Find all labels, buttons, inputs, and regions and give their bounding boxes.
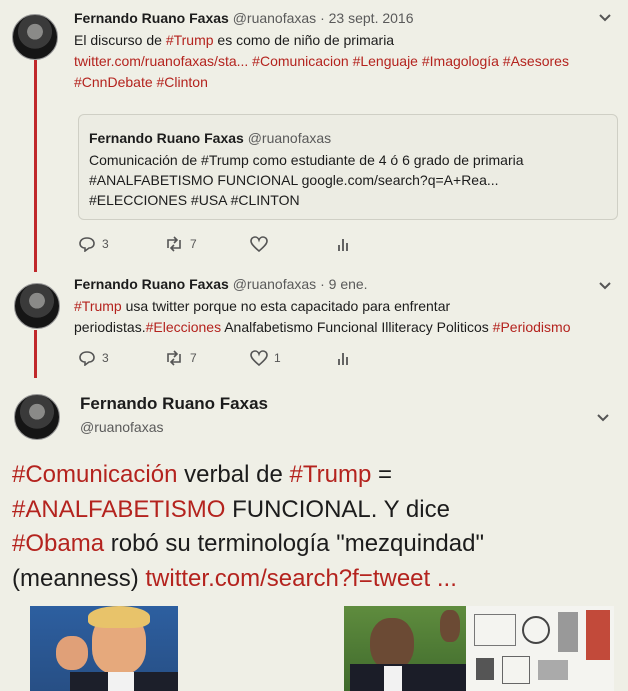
analytics-button[interactable] bbox=[336, 236, 350, 252]
quoted-author-handle: @ruanofaxas bbox=[247, 130, 332, 146]
author-name[interactable]: Fernando Ruano Faxas bbox=[80, 394, 268, 414]
reply-icon bbox=[79, 237, 95, 252]
reply-count: 3 bbox=[102, 351, 109, 365]
analytics-icon bbox=[338, 239, 348, 251]
analytics-icon bbox=[338, 353, 348, 365]
retweet-button[interactable]: 7 bbox=[164, 350, 197, 366]
text-segment: El discurso de bbox=[74, 32, 166, 48]
like-button[interactable]: 1 bbox=[250, 350, 281, 366]
chevron-down-icon[interactable] bbox=[598, 10, 612, 26]
reply-button[interactable]: 3 bbox=[78, 236, 109, 252]
hashtag-link[interactable]: #ANALFABETISMO bbox=[12, 496, 225, 523]
avatar[interactable] bbox=[14, 283, 60, 329]
media-image-1[interactable] bbox=[30, 606, 178, 691]
text-segment: (meanness) bbox=[12, 564, 146, 592]
text-segment: = bbox=[371, 461, 392, 488]
retweet-icon bbox=[167, 350, 181, 366]
like-button[interactable] bbox=[250, 236, 268, 252]
tweet-text: #Trump usa twitter porque no esta capaci… bbox=[74, 296, 571, 338]
hashtag-link[interactable]: #Trump bbox=[290, 461, 372, 488]
retweet-count: 7 bbox=[190, 351, 197, 365]
like-icon bbox=[250, 350, 268, 366]
hashtag-link[interactable]: #Periodismo bbox=[493, 319, 571, 335]
text-segment: es como de niño de primaria bbox=[213, 32, 395, 48]
quoted-author-name: Fernando Ruano Faxas bbox=[89, 130, 244, 146]
author-handle[interactable]: @ruanofaxas bbox=[80, 419, 163, 435]
reply-button[interactable]: 3 bbox=[78, 350, 109, 366]
hashtag-link[interactable]: #Obama bbox=[12, 530, 104, 557]
quoted-text-line: Comunicación de #Trump como estudiante d… bbox=[89, 152, 524, 168]
retweet-icon bbox=[167, 236, 181, 252]
reply-icon bbox=[79, 351, 95, 366]
separator: · bbox=[316, 10, 329, 26]
quoted-header: Fernando Ruano Faxas @ruanofaxas bbox=[89, 130, 331, 146]
chevron-down-icon[interactable] bbox=[596, 410, 610, 426]
chevron-down-icon[interactable] bbox=[598, 278, 612, 294]
like-count: 1 bbox=[274, 351, 281, 365]
avatar[interactable] bbox=[14, 394, 60, 440]
hashtag-line[interactable]: #CnnDebate #Clinton bbox=[74, 72, 569, 93]
text-segment: ... bbox=[430, 564, 457, 592]
tweet-header: Fernando Ruano Faxas @ruanofaxas · 9 ene… bbox=[74, 276, 368, 292]
tweet-date[interactable]: 9 ene. bbox=[329, 276, 368, 292]
media-image-2[interactable] bbox=[344, 606, 466, 691]
retweet-button[interactable]: 7 bbox=[164, 236, 197, 252]
tweet-text: El discurso de #Trump es como de niño de… bbox=[74, 30, 569, 93]
thread-line bbox=[34, 330, 37, 378]
tweet-date[interactable]: 23 sept. 2016 bbox=[329, 10, 414, 26]
tweet-header: Fernando Ruano Faxas @ruanofaxas · 23 se… bbox=[74, 10, 414, 26]
text-segment: verbal de bbox=[177, 461, 290, 488]
quoted-text-line: #ELECCIONES #USA #CLINTON bbox=[89, 192, 300, 208]
tweet-text: #Comunicación verbal de #Trump = #ANALFA… bbox=[12, 458, 622, 596]
media-image-3[interactable] bbox=[466, 606, 614, 691]
tweet-link-line[interactable]: twitter.com/ruanofaxas/sta... #Comunicac… bbox=[74, 51, 569, 72]
hashtag-link[interactable]: #Trump bbox=[166, 32, 214, 48]
like-icon bbox=[250, 236, 268, 252]
author-handle[interactable]: @ruanofaxas bbox=[233, 10, 316, 26]
hashtag-link[interactable]: #Comunicación bbox=[12, 461, 177, 488]
url-link[interactable]: twitter.com/search?f=tweet bbox=[145, 565, 430, 592]
retweet-count: 7 bbox=[190, 237, 197, 251]
separator: · bbox=[316, 276, 329, 292]
text-segment: periodistas. bbox=[74, 319, 146, 335]
hashtag-link[interactable]: #Elecciones bbox=[146, 319, 222, 335]
text-segment: robó su terminología "mezquindad" bbox=[104, 530, 484, 557]
text-segment: FUNCIONAL. Y dice bbox=[225, 495, 450, 523]
text-segment: usa twitter porque no esta capacitado pa… bbox=[121, 298, 451, 314]
thread-line bbox=[34, 60, 37, 272]
avatar[interactable] bbox=[12, 14, 58, 60]
analytics-button[interactable] bbox=[336, 350, 350, 366]
author-handle[interactable]: @ruanofaxas bbox=[233, 276, 316, 292]
author-name[interactable]: Fernando Ruano Faxas bbox=[74, 10, 229, 26]
quoted-text-line: #ANALFABETISMO FUNCIONAL google.com/sear… bbox=[89, 172, 499, 188]
text-segment: Analfabetismo Funcional Illiteracy Polit… bbox=[221, 319, 493, 335]
hashtag-link[interactable]: #Trump bbox=[74, 298, 122, 314]
author-name[interactable]: Fernando Ruano Faxas bbox=[74, 276, 229, 292]
reply-count: 3 bbox=[102, 237, 109, 251]
quoted-tweet[interactable]: Fernando Ruano Faxas @ruanofaxas Comunic… bbox=[78, 114, 618, 220]
